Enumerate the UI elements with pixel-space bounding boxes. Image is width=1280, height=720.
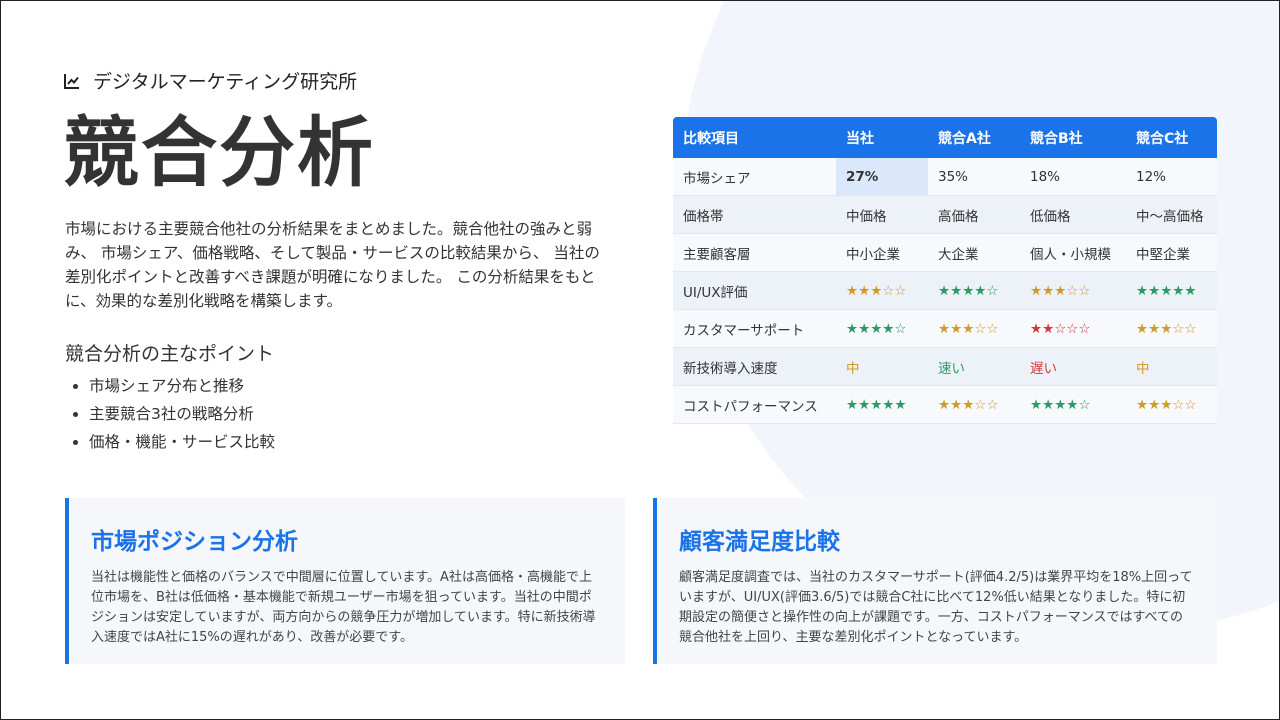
table-cell: ★★★☆☆ <box>928 385 1020 424</box>
row-label: コストパフォーマンス <box>673 385 836 424</box>
points-heading: 競合分析の主なポイント <box>65 343 275 365</box>
table-header-row: 比較項目 当社 競合A社 競合B社 競合C社 <box>673 117 1217 158</box>
table-cell: ★★☆☆☆ <box>1020 309 1126 348</box>
market-position-card: 市場ポジション分析 当社は機能性と価格のバランスで中間層に位置しています。A社は… <box>65 498 625 664</box>
table-cell: ★★★★☆ <box>1020 385 1126 424</box>
table-cell: 中価格 <box>836 195 928 234</box>
brand-header: デジタルマーケティング研究所 <box>63 67 357 94</box>
list-item: 市場シェア分布と推移 <box>89 373 275 401</box>
column-header: 競合C社 <box>1126 117 1217 158</box>
table-cell: 12% <box>1126 158 1217 196</box>
table-cell: 中堅企業 <box>1126 233 1217 272</box>
slide: デジタルマーケティング研究所 競合分析 市場における主要競合他社の分析結果をまと… <box>0 0 1280 720</box>
table-cell: 中 <box>1126 347 1217 386</box>
page-title: 競合分析 <box>63 108 375 197</box>
row-label: 新技術導入速度 <box>673 347 836 386</box>
points-list: 市場シェア分布と推移 主要競合3社の戦略分析 価格・機能・サービス比較 <box>65 373 275 457</box>
table-cell: 高価格 <box>928 195 1020 234</box>
table-cell: ★★★☆☆ <box>1020 271 1126 310</box>
row-label: 主要顧客層 <box>673 233 836 272</box>
card-title: 顧客満足度比較 <box>679 529 840 555</box>
column-header: 当社 <box>836 117 928 158</box>
table-cell: ★★★★★ <box>836 385 928 424</box>
table-row: 価格帯 中価格 高価格 低価格 中～高価格 <box>673 195 1217 234</box>
table-cell: 遅い <box>1020 347 1126 386</box>
table-cell: 中 <box>836 347 928 386</box>
card-body: 当社は機能性と価格のバランスで中間層に位置しています。A社は高価格・高機能で上位… <box>91 570 596 645</box>
row-label: 市場シェア <box>673 158 836 196</box>
table-cell: ★★★★☆ <box>928 271 1020 310</box>
table-row: 新技術導入速度中速い 遅い中 <box>673 347 1217 386</box>
table-cell: 18% <box>1020 158 1126 196</box>
table-cell: ★★★★★ <box>1126 271 1217 310</box>
comparison-table-container: 比較項目 当社 競合A社 競合B社 競合C社 市場シェア 27% 35% 18% 12%… <box>673 117 1217 424</box>
table-cell: 27% <box>836 158 928 196</box>
comparison-table: 比較項目 当社 競合A社 競合B社 競合C社 市場シェア 27% 35% 18% 12%… <box>673 117 1217 424</box>
table-cell: ★★★☆☆ <box>1126 385 1217 424</box>
customer-satisfaction-card: 顧客満足度比較 顧客満足度調査では、当社のカスタマーサポート(評価4.2/5)は… <box>653 498 1217 664</box>
card-body: 顧客満足度調査では、当社のカスタマーサポート(評価4.2/5)は業界平均を18%… <box>679 570 1193 645</box>
table-row: 市場シェア 27% 35% 18% 12% <box>673 158 1217 196</box>
column-header: 競合B社 <box>1020 117 1126 158</box>
brand-name: デジタルマーケティング研究所 <box>93 71 358 93</box>
intro-paragraph: 市場における主要競合他社の分析結果をまとめました。競合他社の強みと弱み、 市場シ… <box>65 220 600 310</box>
table-cell: 速い <box>928 347 1020 386</box>
table-row: UI/UX評価 ★★★☆☆ ★★★★☆ ★★★☆☆ ★★★★★ <box>673 271 1217 310</box>
table-cell: 35% <box>928 158 1020 196</box>
table-cell: 中～高価格 <box>1126 195 1217 234</box>
row-label: 価格帯 <box>673 195 836 234</box>
row-label: UI/UX評価 <box>673 271 836 310</box>
table-row: コストパフォーマンス ★★★★★ ★★★☆☆ ★★★★☆ ★★★☆☆ <box>673 385 1217 424</box>
column-header: 競合A社 <box>928 117 1020 158</box>
table-cell: ★★★☆☆ <box>836 271 928 310</box>
table-cell: 中小企業 <box>836 233 928 272</box>
table-cell: ★★★☆☆ <box>1126 309 1217 348</box>
table-cell: 低価格 <box>1020 195 1126 234</box>
table-cell: ★★★☆☆ <box>928 309 1020 348</box>
row-label: カスタマーサポート <box>673 309 836 348</box>
table-cell: 大企業 <box>928 233 1020 272</box>
column-header: 比較項目 <box>673 117 836 158</box>
table-cell: 個人・小規模 <box>1020 233 1126 272</box>
table-row: 主要顧客層 中小企業 大企業 個人・小規模 中堅企業 <box>673 233 1217 272</box>
line-chart-icon <box>64 73 79 89</box>
list-item: 価格・機能・サービス比較 <box>89 429 275 457</box>
table-row: カスタマーサポート ★★★★☆ ★★★☆☆ ★★☆☆☆ ★★★☆☆ <box>673 309 1217 348</box>
table-cell: ★★★★☆ <box>836 309 928 348</box>
list-item: 主要競合3社の戦略分析 <box>89 401 275 429</box>
card-title: 市場ポジション分析 <box>91 529 298 555</box>
